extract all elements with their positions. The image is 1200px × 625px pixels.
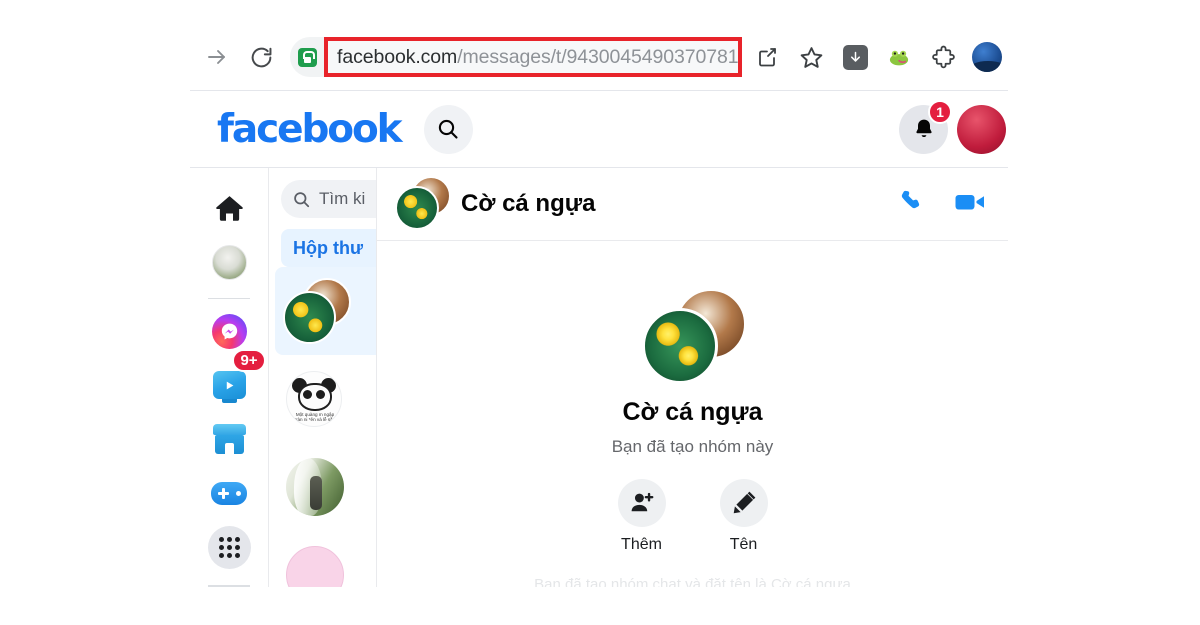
pink-avatar — [286, 546, 344, 587]
download-icon[interactable] — [834, 36, 876, 78]
browser-profile-avatar[interactable] — [966, 36, 1008, 78]
browser-viewport: facebook.com/messages/t/9430045490370781 — [190, 24, 1008, 587]
sidebar-item-menu[interactable] — [203, 521, 255, 573]
profile-avatar — [211, 244, 247, 280]
facebook-logo[interactable]: facebook — [217, 110, 403, 149]
app-body: 9+ Tìm ki Hộp thư Một quàng m ngập tràn … — [190, 168, 1008, 587]
stacked-group-avatar — [395, 176, 457, 232]
tab-inbox-label: Hộp thư — [293, 237, 364, 258]
add-person-icon — [617, 479, 666, 527]
bookmark-star-icon[interactable] — [790, 36, 832, 78]
extension-frog-icon[interactable] — [878, 36, 920, 78]
panda-meme-text: Một quàng m ngập tràn ni *ěn và lễ sắn — [294, 411, 336, 423]
toolbar-actions — [746, 36, 1008, 78]
search-input[interactable]: Tìm ki — [281, 180, 376, 218]
watch-video-icon — [212, 371, 246, 403]
add-member-button[interactable]: Thêm — [617, 479, 666, 554]
stacked-group-avatar-large — [639, 288, 747, 384]
left-rail: 9+ — [190, 168, 269, 587]
thread-intro: Cờ cá ngựa Bạn đã tạo nhóm này Thêm Tên … — [377, 241, 1008, 587]
facebook-header: facebook 1 — [190, 90, 1008, 168]
thread-header: Cờ cá ngựa — [377, 168, 1008, 241]
reload-button[interactable] — [242, 38, 280, 76]
header-right-actions: 1 — [899, 99, 1008, 154]
list-item[interactable] — [275, 443, 376, 531]
sidebar-item-marketplace[interactable] — [203, 413, 255, 465]
grid-menu-icon — [207, 525, 251, 569]
search-icon — [294, 191, 310, 207]
sidebar-item-watch[interactable]: 9+ — [203, 349, 266, 411]
stacked-group-avatar — [283, 278, 353, 344]
sidebar-item-home[interactable] — [203, 182, 255, 234]
forward-button[interactable] — [198, 38, 236, 76]
sidebar-item-profile[interactable] — [203, 236, 255, 288]
rename-group-label: Tên — [729, 536, 758, 553]
notifications[interactable]: 1 — [899, 99, 952, 154]
search-icon[interactable] — [423, 104, 473, 154]
url-highlight-box[interactable]: facebook.com/messages/t/9430045490370781 — [324, 37, 743, 77]
gaming-controller-icon — [211, 481, 247, 505]
tab-inbox[interactable]: Hộp thư — [281, 229, 376, 267]
rail-bottom-divider — [208, 585, 250, 587]
navigation-controls — [190, 38, 280, 76]
group-creation-notice: Bạn đã tạo nhóm chat và đặt tên là Cờ cá… — [534, 576, 851, 587]
conversation-thread: Cờ cá ngựa Cờ cá ngựa Bạn đã tạo nhóm nà… — [377, 168, 1008, 587]
group-name: Cờ cá ngựa — [622, 398, 763, 426]
home-icon — [215, 195, 243, 221]
list-item[interactable] — [275, 267, 376, 355]
messenger-icon — [211, 313, 247, 349]
thread-title: Cờ cá ngựa — [461, 190, 596, 217]
watch-badge: 9+ — [232, 349, 266, 372]
url-text: facebook.com/messages/t/9430045490370781 — [337, 46, 738, 69]
padlock-secure-icon — [290, 37, 324, 77]
conversation-list: Tìm ki Hộp thư Một quàng m ngập tràn ni … — [269, 168, 377, 587]
browser-toolbar: facebook.com/messages/t/9430045490370781 — [190, 24, 1008, 90]
search-placeholder-text: Tìm ki — [319, 189, 366, 208]
marketplace-shop-icon — [212, 424, 246, 454]
add-member-label: Thêm — [621, 536, 662, 553]
avatar[interactable] — [957, 104, 1006, 154]
list-item[interactable] — [275, 531, 376, 587]
list-item[interactable]: Một quàng m ngập tràn ni *ěn và lễ sắn — [275, 355, 376, 443]
url-path: /messages/t/9430045490370781 — [457, 45, 739, 68]
address-bar[interactable]: facebook.com/messages/t/9430045490370781 — [290, 37, 743, 77]
puzzle-piece-icon[interactable] — [922, 36, 964, 78]
notification-badge: 1 — [928, 99, 952, 124]
phone-call-icon[interactable] — [898, 187, 928, 222]
rail-divider — [208, 298, 250, 299]
panda-meme-avatar: Một quàng m ngập tràn ni *ěn và lễ sắn — [286, 371, 342, 427]
rename-group-button[interactable]: Tên — [719, 479, 768, 554]
video-camera-icon[interactable] — [954, 187, 988, 222]
sidebar-item-gaming[interactable] — [203, 467, 255, 519]
share-icon[interactable] — [746, 36, 788, 78]
url-domain: facebook.com — [337, 45, 458, 68]
pencil-edit-icon — [719, 479, 768, 527]
thread-actions — [898, 187, 994, 222]
group-quick-actions: Thêm Tên — [617, 479, 768, 554]
person-photo-avatar — [286, 458, 344, 516]
group-subtitle: Bạn đã tạo nhóm này — [611, 437, 774, 456]
